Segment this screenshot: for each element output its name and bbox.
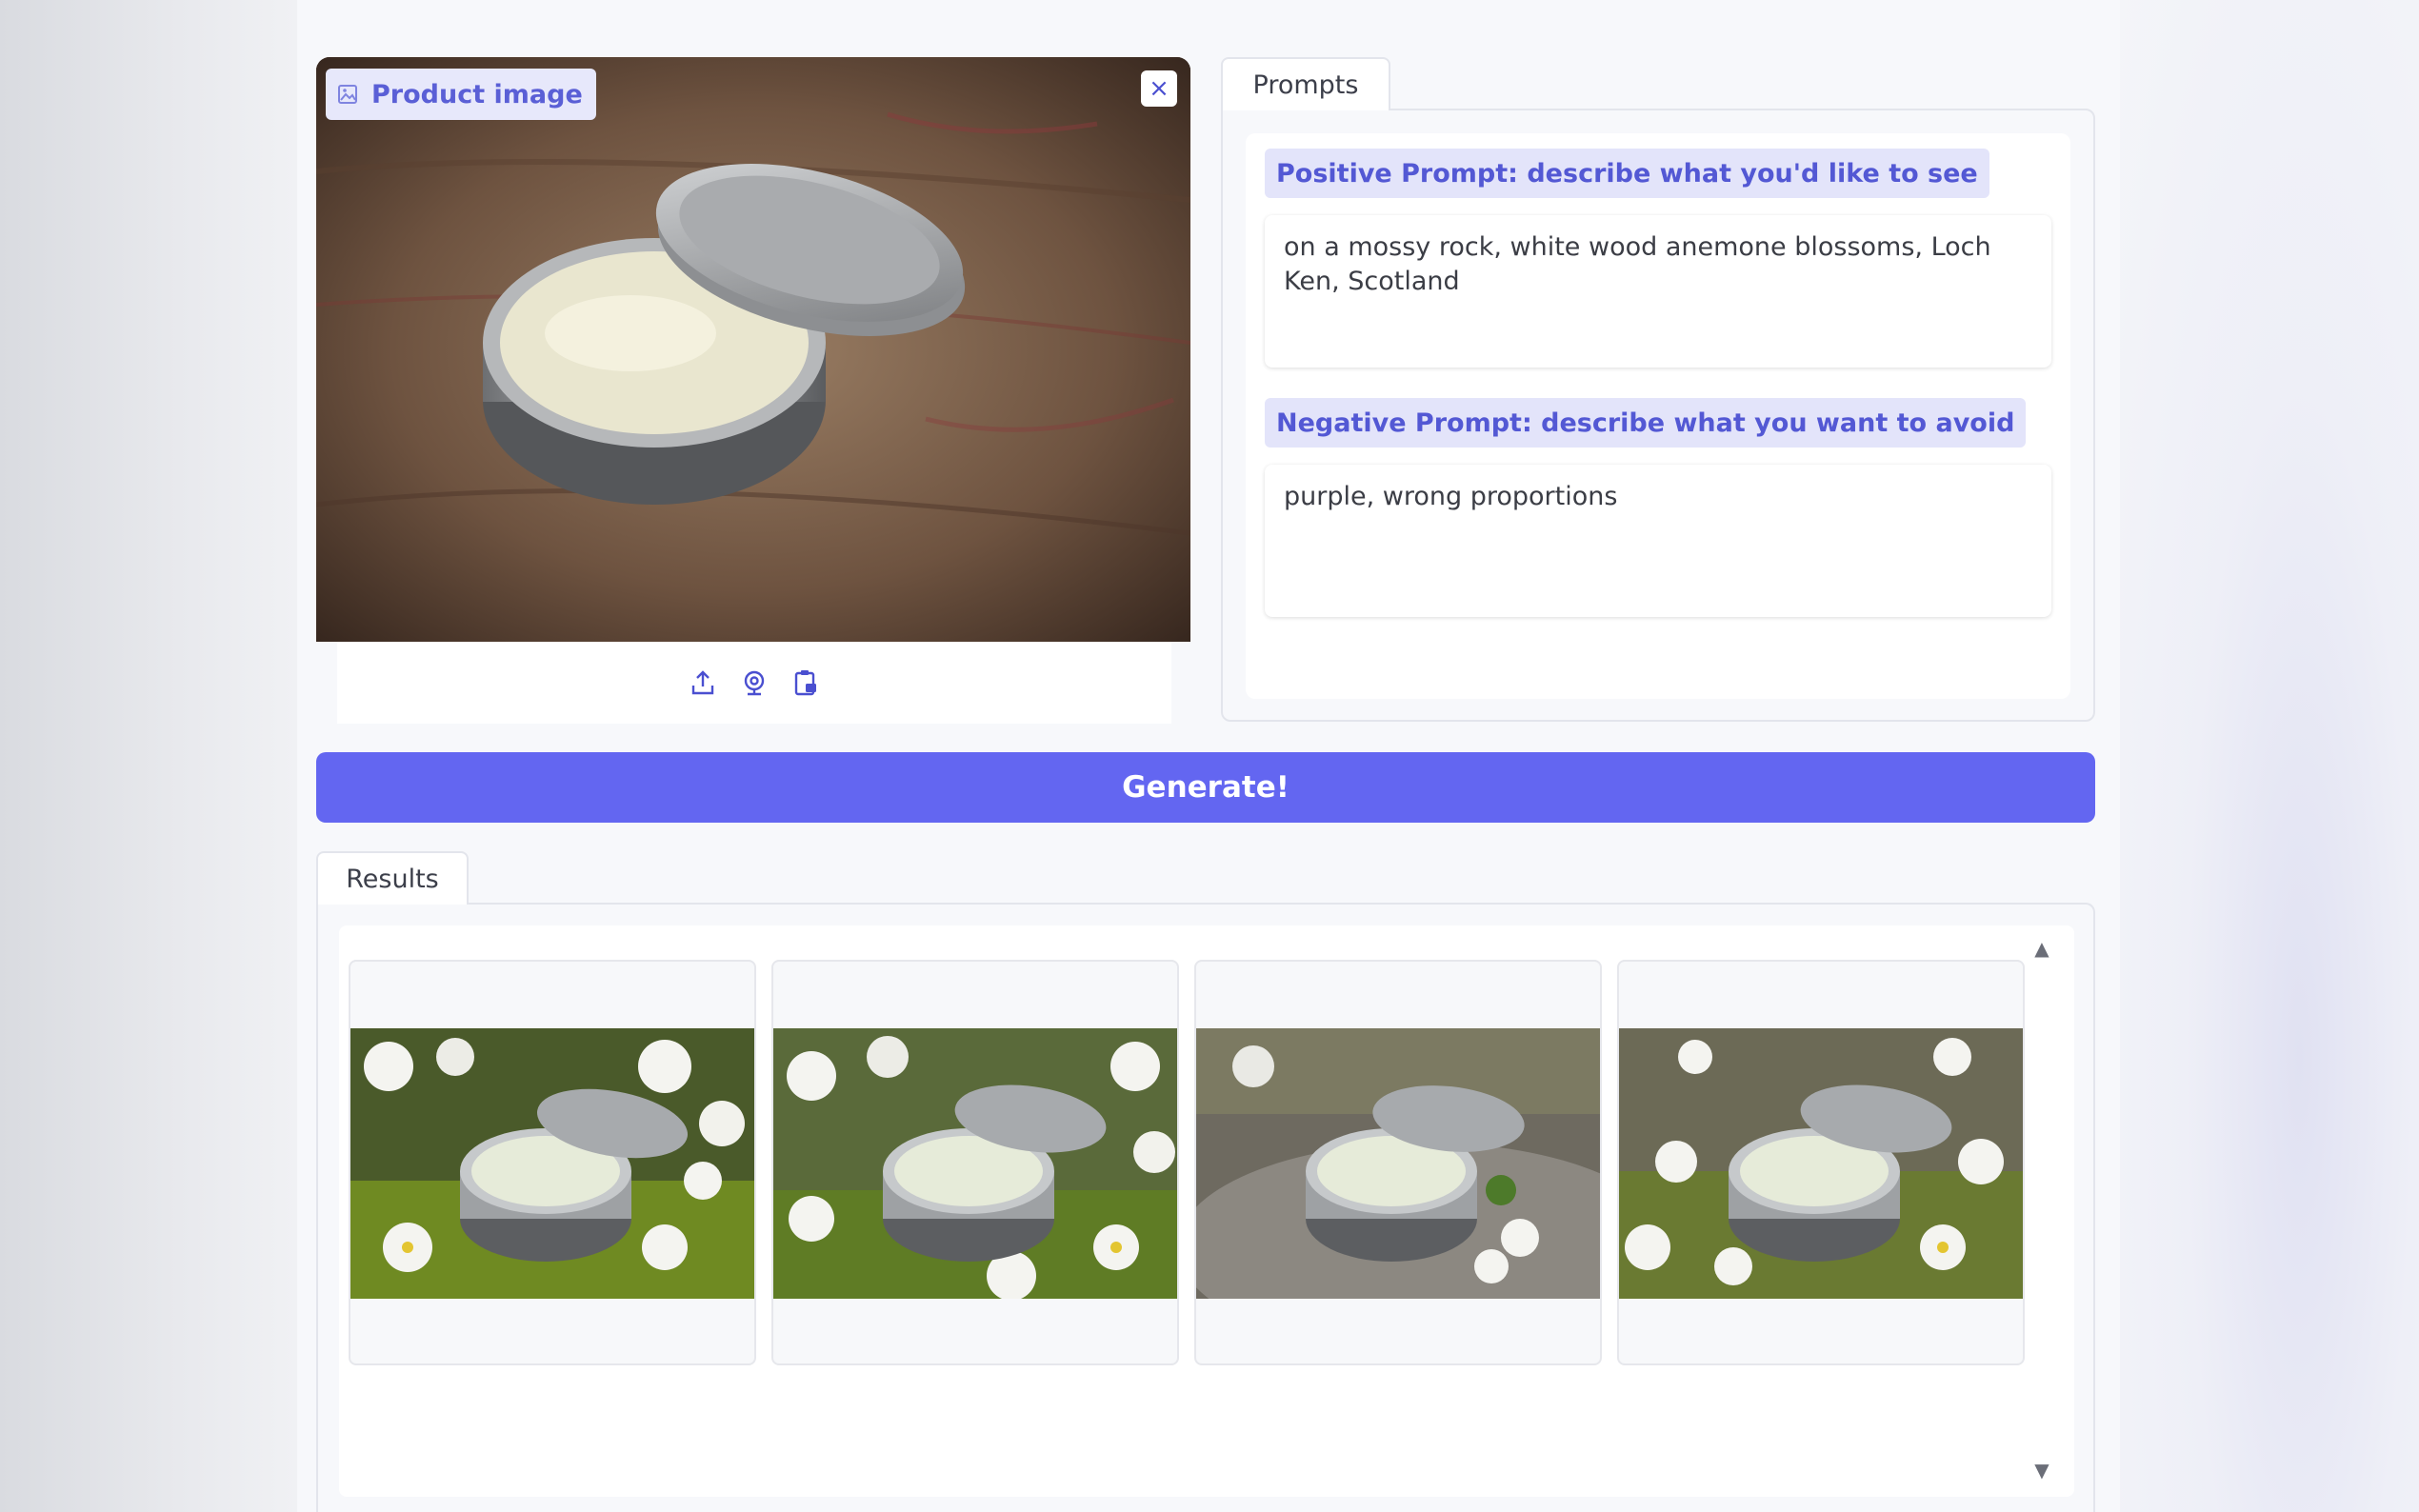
image-source-toolbar (337, 642, 1171, 724)
product-image-label: Product image (326, 69, 596, 120)
page-background-left (0, 0, 297, 1512)
negative-prompt-label: Negative Prompt: describe what you want … (1265, 398, 2027, 448)
clipboard-icon[interactable] (789, 666, 823, 700)
close-icon: × (1149, 74, 1170, 103)
result-image-4[interactable] (1617, 960, 2025, 1365)
positive-prompt-label: Positive Prompt: describe what you'd lik… (1265, 149, 1989, 198)
clear-image-button[interactable]: × (1141, 70, 1177, 107)
tab-prompts[interactable]: Prompts (1221, 57, 1390, 110)
results-panel: ▲ ▼ (316, 903, 2095, 1512)
prompts-panel: Positive Prompt: describe what you'd lik… (1221, 109, 2095, 722)
result-photo (773, 1028, 1177, 1299)
result-photo (1196, 1028, 1600, 1299)
page-background-right (2120, 0, 2419, 1512)
result-image-1[interactable] (349, 960, 756, 1365)
generate-button[interactable]: Generate! (316, 752, 2095, 823)
image-icon (337, 84, 358, 105)
negative-prompt-input[interactable]: purple, wrong proportions (1265, 465, 2051, 617)
result-photo (350, 1028, 754, 1299)
result-image-2[interactable] (771, 960, 1179, 1365)
scroll-up-arrow[interactable]: ▲ (2030, 937, 2053, 960)
product-image-label-text: Product image (371, 79, 583, 109)
product-photo (316, 57, 1190, 642)
tab-results[interactable]: Results (316, 851, 469, 905)
scroll-down-arrow[interactable]: ▼ (2030, 1459, 2053, 1482)
result-photo (1619, 1028, 2023, 1299)
result-image-3[interactable] (1194, 960, 1602, 1365)
prompts-container: Positive Prompt: describe what you'd lik… (1246, 133, 2070, 699)
product-image-panel: Product image × (316, 57, 1190, 724)
product-image-preview[interactable]: Product image × (316, 57, 1190, 642)
app-container: Product image × Prompts Positive Prompt:… (297, 0, 2120, 1512)
results-gallery: ▲ ▼ (339, 925, 2074, 1497)
webcam-icon[interactable] (737, 666, 771, 700)
positive-prompt-input[interactable]: on a mossy rock, white wood anemone blos… (1265, 215, 2051, 368)
upload-icon[interactable] (686, 666, 720, 700)
